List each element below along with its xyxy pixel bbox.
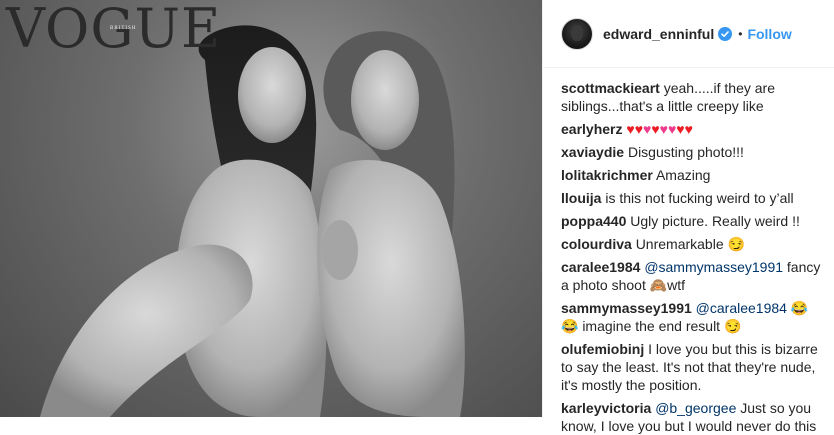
heart-emojis: ♥♥♥♥♥♥♥♥ [626,121,693,137]
post-side-panel: edward_enninful • Follow scottmackieart … [542,0,834,434]
comment-username[interactable]: karleyvictoria [561,400,651,416]
comment: earlyherz ♥♥♥♥♥♥♥♥ [561,120,824,138]
masthead-edition: BRITISH [110,26,137,31]
comment-username[interactable]: xaviaydie [561,144,624,160]
comment: caralee1984 @sammymassey1991 fancy a pho… [561,258,824,294]
comment-text: Disgusting photo!!! [627,144,744,160]
comment-username[interactable]: llouija [561,190,601,206]
heart-emoji: ♥ [626,121,635,137]
heart-emoji: ♥ [659,121,668,137]
comment: scottmackieart yeah.....if they are sibl… [561,79,824,115]
heart-emoji: ♥ [667,121,677,137]
comment: sammymassey1991 @caralee1984 😂😂 imagine … [561,299,824,335]
comment-text: Unremarkable 😏 [635,236,745,252]
comment: karleyvictoria @b_georgee Just so you kn… [561,399,824,435]
heart-emoji: ♥ [651,121,660,137]
comment-mention[interactable]: @b_georgee [655,400,736,416]
comment: olufemiobinj I love you but this is biza… [561,340,824,394]
comment-text: Amazing [655,167,711,183]
photo-illustration [40,25,465,417]
comment-text: Ugly picture. Really weird !! [630,213,800,229]
separator-dot: • [738,26,743,41]
post-username[interactable]: edward_enninful [603,26,714,42]
post-header: edward_enninful • Follow [543,0,834,68]
instagram-post: VOGUE BRITISH edward_enninful • Follow s… [0,0,834,434]
heart-emoji: ♥ [634,121,643,137]
comment-username[interactable]: lolitakrichmer [561,167,653,183]
post-photo[interactable]: VOGUE BRITISH [0,0,542,417]
heart-emoji: ♥ [676,121,685,137]
comment-mention[interactable]: @caralee1984 [696,300,787,316]
comment-username[interactable]: scottmackieart [561,80,660,96]
comment: colourdiva Unremarkable 😏 [561,235,824,253]
comment-text: is this not fucking weird to y’all [605,190,794,206]
comment: llouija is this not fucking weird to y’a… [561,189,824,207]
avatar[interactable] [561,17,593,50]
verified-badge-icon [718,26,733,41]
comment-username[interactable]: olufemiobinj [561,341,644,357]
comment: poppa440 Ugly picture. Really weird !! [561,212,824,230]
comment-username[interactable]: colourdiva [561,236,632,252]
comment-list: scottmackieart yeah.....if they are sibl… [543,68,834,435]
comment-username[interactable]: poppa440 [561,213,626,229]
comment: lolitakrichmer Amazing [561,166,824,184]
comment-username[interactable]: sammymassey1991 [561,300,692,316]
comment: xaviaydie Disgusting photo!!! [561,143,824,161]
heart-emoji: ♥ [684,121,693,137]
comment-mention[interactable]: @sammymassey1991 [644,259,783,275]
comment-username[interactable]: caralee1984 [561,259,640,275]
comment-username[interactable]: earlyherz [561,121,622,137]
follow-button[interactable]: Follow [747,26,791,42]
